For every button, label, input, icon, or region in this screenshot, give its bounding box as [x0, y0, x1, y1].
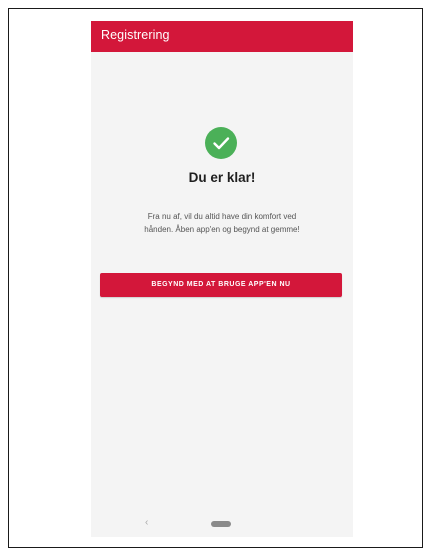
app-bar: Registrering [91, 21, 353, 52]
back-chevron-icon[interactable]: ‹ [145, 517, 148, 528]
success-message: Fra nu af, vil du altid have din komfort… [144, 212, 300, 234]
home-pill-icon[interactable] [211, 521, 231, 527]
check-circle-icon [205, 127, 237, 159]
app-bar-title: Registrering [101, 28, 170, 42]
phone-screen: Registrering Du er klar! Fra nu af, vil … [91, 21, 353, 537]
success-headline: Du er klar! [188, 170, 256, 185]
start-using-app-button[interactable]: BEGYND MED AT BRUGE APP'EN NU [100, 273, 342, 297]
checkmark-icon [213, 137, 230, 150]
